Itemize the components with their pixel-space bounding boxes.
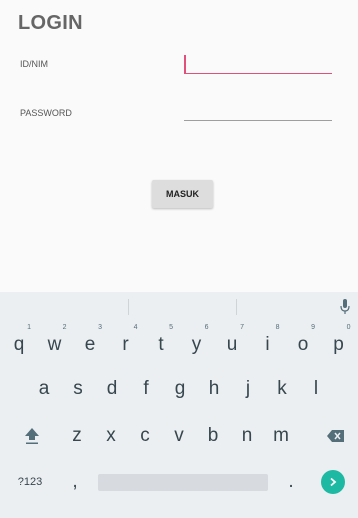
key-label: t <box>158 334 164 355</box>
page-title: LOGIN <box>18 12 83 34</box>
backspace-icon <box>327 430 344 442</box>
key-label: j <box>245 378 251 399</box>
key-number-hint: 1 <box>27 324 31 331</box>
login-screen: LOGIN ID/NIM PASSWORD MASUK q1w2e3r4t5y6… <box>0 0 358 518</box>
key-label: q <box>13 334 25 355</box>
key-number-hint: 3 <box>98 324 102 331</box>
key-label: d <box>106 378 118 399</box>
enter-arrow-icon <box>330 477 337 487</box>
key-p[interactable]: p0 <box>321 322 357 362</box>
key-number-hint: 9 <box>311 324 315 331</box>
key-g[interactable]: g <box>162 370 198 408</box>
key-e[interactable]: e3 <box>72 322 108 362</box>
suggestion-divider <box>128 299 129 315</box>
key-number-hint: 2 <box>62 324 67 331</box>
symbols-key[interactable]: ?123 <box>10 467 50 497</box>
key-label: i <box>265 334 270 355</box>
key-label: f <box>143 378 149 399</box>
key-d[interactable]: d <box>94 370 130 408</box>
key-number-hint: 6 <box>204 324 209 331</box>
mic-icon[interactable] <box>340 299 350 315</box>
key-z[interactable]: z <box>59 418 95 454</box>
comma-key[interactable]: , <box>60 467 90 497</box>
key-label: m <box>273 425 289 446</box>
key-j[interactable]: j <box>230 370 266 408</box>
key-number-hint: 8 <box>275 324 280 331</box>
period-key[interactable]: . <box>276 467 306 497</box>
key-label: w <box>47 334 62 355</box>
shift-icon <box>25 428 39 444</box>
key-label: a <box>38 378 50 399</box>
key-number-hint: 4 <box>133 324 138 331</box>
key-o[interactable]: o9 <box>285 322 321 362</box>
key-w[interactable]: w2 <box>37 322 73 362</box>
key-a[interactable]: a <box>26 370 62 408</box>
key-label: r <box>122 334 129 355</box>
suggestion-strip <box>0 292 358 322</box>
masuk-button[interactable]: MASUK <box>152 180 213 208</box>
key-b[interactable]: b <box>195 418 231 454</box>
key-label: g <box>174 378 186 399</box>
key-l[interactable]: l <box>298 370 334 408</box>
key-u[interactable]: u7 <box>214 322 250 362</box>
key-k[interactable]: k <box>264 370 300 408</box>
password-input[interactable] <box>184 101 332 121</box>
key-h[interactable]: h <box>196 370 232 408</box>
enter-key[interactable] <box>316 467 350 497</box>
key-c[interactable]: c <box>127 418 163 454</box>
key-label: h <box>208 378 220 399</box>
key-label: k <box>277 378 287 399</box>
key-label: o <box>297 334 309 355</box>
id-nim-input[interactable] <box>184 54 332 74</box>
key-label: y <box>191 334 202 355</box>
key-label: n <box>241 425 253 446</box>
key-number-hint: 0 <box>346 324 351 331</box>
key-n[interactable]: n <box>229 418 265 454</box>
key-number-hint: 5 <box>169 324 173 331</box>
key-label: e <box>84 334 96 355</box>
key-q[interactable]: q1 <box>1 322 37 362</box>
key-number-hint: 7 <box>240 324 244 331</box>
key-s[interactable]: s <box>60 370 96 408</box>
soft-keyboard: q1w2e3r4t5y6u7i8o9p0 asdfghjkl zxcvbnm ?… <box>0 292 358 518</box>
key-v[interactable]: v <box>161 418 197 454</box>
key-m[interactable]: m <box>263 418 299 454</box>
key-t[interactable]: t5 <box>143 322 179 362</box>
key-label: v <box>174 425 184 446</box>
key-label: s <box>73 378 83 399</box>
spacebar-bar <box>98 473 268 491</box>
key-f[interactable]: f <box>128 370 164 408</box>
key-i[interactable]: i8 <box>250 322 286 362</box>
key-label: z <box>72 425 82 446</box>
spacebar[interactable] <box>98 467 268 497</box>
suggestion-divider <box>236 299 237 315</box>
key-label: l <box>313 378 319 399</box>
key-label: p <box>333 334 344 355</box>
key-x[interactable]: x <box>93 418 129 454</box>
backspace-key[interactable] <box>318 418 354 454</box>
key-r[interactable]: r4 <box>108 322 144 362</box>
text-cursor <box>184 55 186 73</box>
password-label: PASSWORD <box>20 108 72 118</box>
key-label: c <box>140 425 150 446</box>
key-label: x <box>106 425 116 446</box>
key-y[interactable]: y6 <box>179 322 215 362</box>
enter-button <box>321 470 345 494</box>
shift-key[interactable] <box>14 418 50 454</box>
key-label: u <box>226 334 238 355</box>
key-label: b <box>207 425 219 446</box>
id-nim-label: ID/NIM <box>20 59 48 69</box>
